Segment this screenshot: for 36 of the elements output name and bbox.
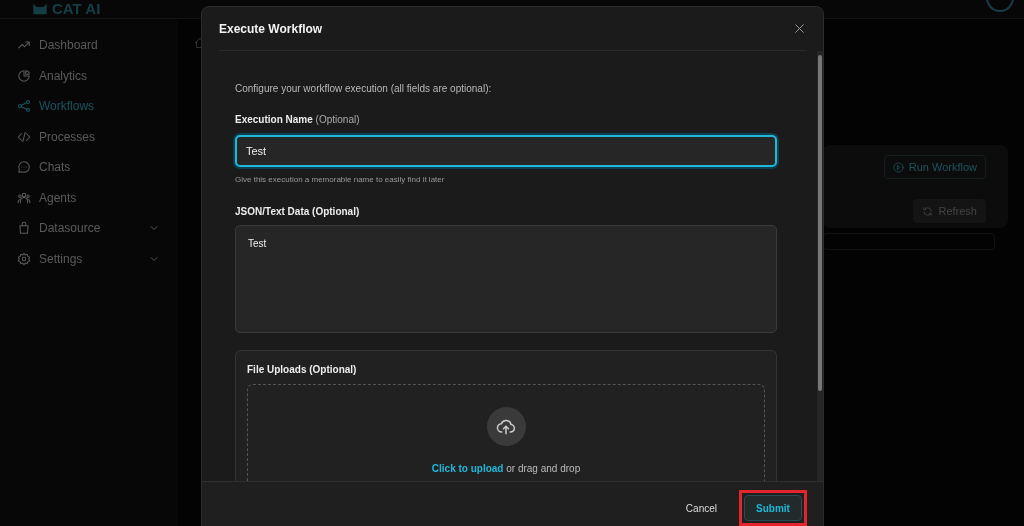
refresh-icon [922, 205, 934, 217]
chat-bubble-icon [17, 160, 31, 174]
field-label: JSON/Text Data (Optional) [235, 206, 361, 217]
sidebar-item[interactable]: Datasource [0, 218, 178, 238]
gear-icon [17, 251, 31, 266]
sidebar-item[interactable]: Workflows [0, 96, 178, 116]
intro-text: Configure your workflow execution (all fields are optional): [235, 83, 493, 94]
scrollbar[interactable] [817, 51, 823, 481]
sidebar-item[interactable]: Chats [0, 157, 178, 177]
code-icon [17, 129, 31, 144]
share-icon [17, 99, 31, 113]
drop-text: Click to upload or drag and drop [431, 463, 581, 474]
sidebar-item[interactable]: Dashboard [0, 35, 178, 55]
pie-chart-icon [17, 68, 31, 83]
bag-icon [17, 221, 31, 235]
field-label: Execution Name (Optional) [235, 114, 361, 125]
text-area[interactable]: Test [235, 225, 777, 333]
trend-icon [17, 38, 31, 52]
upload-link[interactable]: Click to upload [431, 463, 504, 474]
sidebar-item[interactable]: Processes [0, 126, 178, 147]
upload-cloud-icon [486, 407, 526, 446]
sidebar-item[interactable]: Analytics [0, 65, 178, 86]
close-button[interactable] [793, 22, 806, 35]
upload-label: File Uploads (Optional) [247, 364, 358, 375]
submit-button[interactable]: Submit [744, 495, 802, 521]
close-icon [793, 22, 806, 35]
logo-text: CAT AI [52, 0, 101, 17]
play-icon [892, 161, 904, 173]
hint-text: Give this execution a memorable name to easily find it later [235, 175, 446, 184]
cancel-button[interactable]: Cancel [679, 502, 723, 515]
input-field[interactable]: Test [235, 135, 777, 167]
sidebar-item[interactable]: Settings [0, 248, 178, 269]
sidebar-item[interactable]: Agents [0, 187, 178, 208]
people-icon [17, 190, 31, 205]
dialog-title: Execute Workflow [219, 21, 323, 36]
run-workflow-button[interactable]: Run Workflow [883, 155, 986, 179]
